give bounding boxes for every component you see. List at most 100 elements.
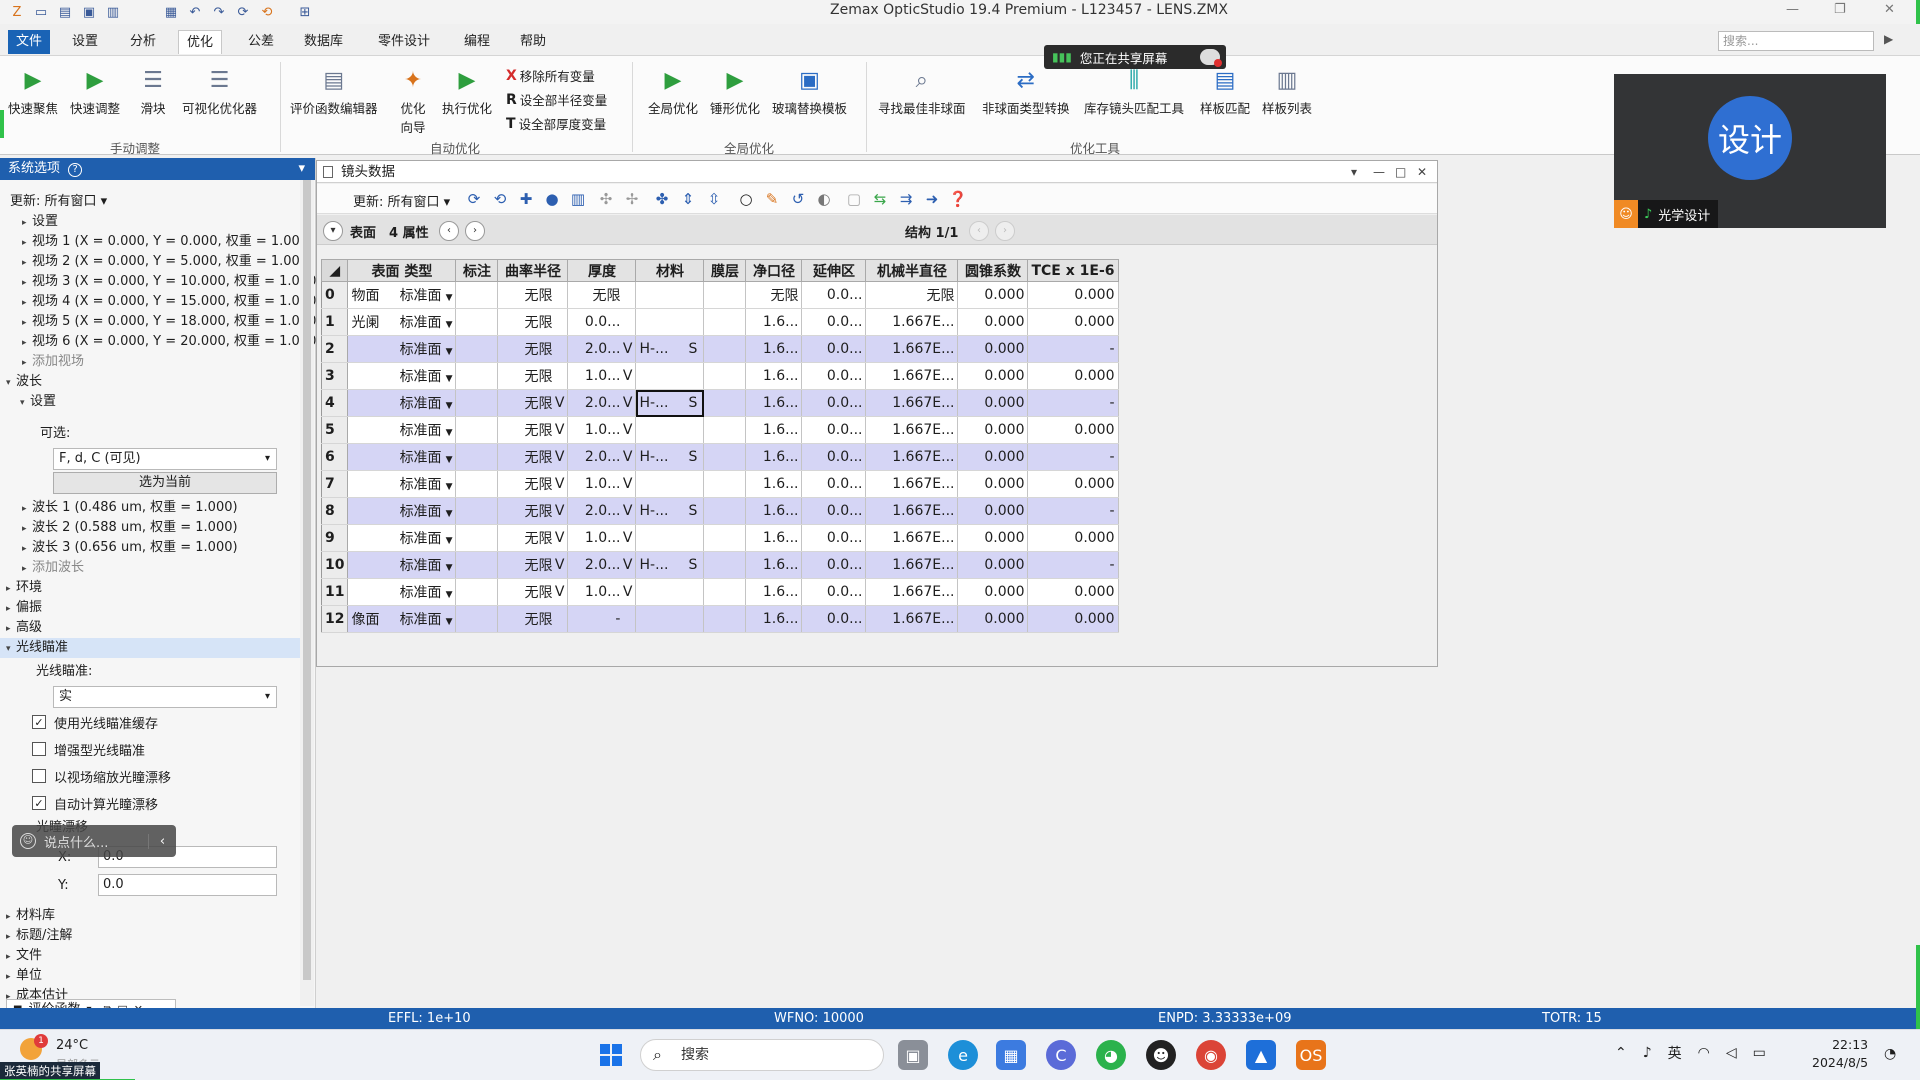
surface-type-cell[interactable]: 标准面 ▼	[347, 551, 457, 579]
thickness-cell[interactable]: 2.0... V	[567, 551, 637, 579]
decenter-icon[interactable]: ⇕	[679, 190, 697, 208]
ray-aiming-select[interactable]: 实 ▾	[53, 686, 277, 708]
coating-cell[interactable]	[703, 578, 747, 606]
col-chip-zone[interactable]: 延伸区	[801, 259, 867, 282]
radius-solve-flag[interactable]: V	[552, 476, 565, 492]
surface-type-cell[interactable]: 标准面 ▼	[347, 362, 457, 390]
conic-cell[interactable]: 0.000	[957, 389, 1029, 417]
chip-zone-cell[interactable]: 0.0...	[801, 605, 867, 633]
radius-solve-flag[interactable]: V	[552, 422, 565, 438]
mech-semi-dia-cell[interactable]: 1.667E...	[865, 470, 959, 498]
surface-type-cell[interactable]: 标准面 ▼	[347, 524, 457, 552]
radius-solve-flag[interactable]: V	[552, 503, 565, 519]
thickness-solve-flag[interactable]: V	[620, 530, 633, 546]
comment-cell[interactable]	[455, 362, 499, 390]
chip-zone-cell[interactable]: 0.0...	[801, 578, 867, 606]
tab-analyze[interactable]: 分析	[122, 30, 164, 54]
tce-cell[interactable]: 0.000	[1027, 578, 1119, 606]
app-c-icon[interactable]: C	[1046, 1040, 1076, 1070]
comment-cell[interactable]	[455, 416, 499, 444]
chip-zone-cell[interactable]: 0.0...	[801, 362, 867, 390]
refresh-icon[interactable]: ⟳	[234, 3, 252, 21]
coating-cell[interactable]	[703, 605, 747, 633]
chevron-down-icon[interactable]: ▼	[446, 536, 453, 546]
radius-cell[interactable]: 无限 V	[497, 416, 569, 444]
radius-cell[interactable]: 无限	[497, 308, 569, 336]
row-number[interactable]: 6	[321, 443, 349, 471]
opticstudio-taskbar-icon[interactable]: OS	[1296, 1040, 1326, 1070]
test-plate-list-button[interactable]: ▥ 样板列表	[1262, 64, 1312, 117]
thickness-cell[interactable]: 0.0...	[567, 308, 637, 336]
set-all-radii-variable-button[interactable]: R 设全部半径变量	[506, 90, 607, 109]
radius-cell[interactable]: 无限	[497, 335, 569, 363]
material-cell[interactable]	[635, 416, 705, 444]
volume-icon[interactable]: ◁	[1726, 1045, 1737, 1061]
tree-units[interactable]: ▸ 单位	[6, 966, 42, 986]
thickness-cell[interactable]: 2.0... V	[567, 497, 637, 525]
tce-cell[interactable]: -	[1027, 335, 1119, 363]
tce-cell[interactable]: 0.000	[1027, 470, 1119, 498]
radius-cell[interactable]: 无限 V	[497, 470, 569, 498]
wavelength-preset-select[interactable]: F, d, C (可见) ▾	[53, 448, 277, 470]
thickness-solve-flag[interactable]: V	[620, 584, 633, 600]
collapse-chevron-icon[interactable]: ‹	[148, 833, 176, 849]
tree-field-1[interactable]: ▸ 视场 1 (X = 0.000, Y = 0.000, 权重 = 1.000)	[22, 232, 313, 252]
mech-semi-dia-cell[interactable]: 1.667E...	[865, 362, 959, 390]
chip-zone-cell[interactable]: 0.0...	[801, 281, 867, 309]
comment-cell[interactable]	[455, 524, 499, 552]
row-number[interactable]: 0	[321, 281, 349, 309]
tree-field-4[interactable]: ▸ 视场 4 (X = 0.000, Y = 15.000, 权重 = 1.000…	[22, 292, 321, 312]
tree-wavelength-2[interactable]: ▸ 波长 2 (0.588 um, 权重 = 1.000)	[22, 518, 238, 538]
radius-solve-flag[interactable]: V	[552, 557, 565, 573]
notifications-bell-icon[interactable]: ◔	[1884, 1046, 1896, 1062]
tce-cell[interactable]: 0.000	[1027, 416, 1119, 444]
thickness-solve-flag[interactable]: V	[620, 476, 633, 492]
thickness-cell[interactable]: 1.0... V	[567, 524, 637, 552]
material-cell[interactable]: H-... S	[635, 497, 705, 525]
edit-pencil-icon[interactable]: ✎	[763, 190, 781, 208]
blank-page-icon[interactable]: ▢	[845, 190, 863, 208]
material-cell[interactable]	[635, 308, 705, 336]
tce-cell[interactable]: 0.000	[1027, 362, 1119, 390]
tab-file[interactable]: 文件	[8, 30, 51, 54]
tree-environment[interactable]: ▸ 环境	[6, 578, 42, 598]
chip-zone-cell[interactable]: 0.0...	[801, 308, 867, 336]
tree-field-3[interactable]: ▸ 视场 3 (X = 0.000, Y = 10.000, 权重 = 1.000…	[22, 272, 321, 292]
conic-cell[interactable]: 0.000	[957, 524, 1029, 552]
tree-cost-estimator[interactable]: ▸ 成本估计	[6, 986, 68, 1000]
tab-optimize[interactable]: 优化	[178, 30, 223, 54]
thickness-solve-flag[interactable]: V	[620, 449, 633, 465]
customize-toolbar-icon[interactable]: ⊞	[296, 3, 314, 21]
search-input[interactable]: 搜索...	[1718, 31, 1874, 51]
mech-semi-dia-cell[interactable]: 1.667E...	[865, 524, 959, 552]
open-file-icon[interactable]: ▤	[56, 3, 74, 21]
conic-cell[interactable]: 0.000	[957, 497, 1029, 525]
emoji-icon[interactable]: ☺	[20, 833, 36, 849]
tree-material-catalogs[interactable]: ▸ 材料库	[6, 906, 55, 926]
col-radius[interactable]: 曲率半径	[497, 259, 569, 282]
coating-cell[interactable]	[703, 308, 747, 336]
material-cell[interactable]	[635, 281, 705, 309]
thickness-solve-flag[interactable]: V	[620, 557, 633, 573]
thickness-cell[interactable]: 2.0... V	[567, 389, 637, 417]
mech-semi-dia-cell[interactable]: 1.667E...	[865, 443, 959, 471]
tree-field-2[interactable]: ▸ 视场 2 (X = 0.000, Y = 5.000, 权重 = 1.000)	[22, 252, 313, 272]
save-all-icon[interactable]: ▦	[162, 3, 180, 21]
chip-zone-cell[interactable]: 0.0...	[801, 335, 867, 363]
row-number[interactable]: 9	[321, 524, 349, 552]
tree-wavelength[interactable]: ▾ 波长	[6, 372, 42, 392]
coating-cell[interactable]	[703, 362, 747, 390]
toggle-icon[interactable]: ◐	[815, 190, 833, 208]
tce-cell[interactable]: -	[1027, 497, 1119, 525]
coating-cell[interactable]	[703, 335, 747, 363]
thickness-cell[interactable]: 1.0... V	[567, 362, 637, 390]
quick-focus-button[interactable]: ▶ 快速聚焦	[8, 64, 58, 117]
comment-cell[interactable]	[455, 335, 499, 363]
material-cell[interactable]: H-... S	[635, 389, 705, 417]
clear-semi-dia-cell[interactable]: 1.6...	[745, 578, 803, 606]
surface-type-cell[interactable]: 标准面 ▼	[347, 443, 457, 471]
material-cell[interactable]	[635, 578, 705, 606]
col-surface-type[interactable]: 表面 类型	[347, 259, 457, 282]
close-icon[interactable]: ✕	[1884, 2, 1895, 17]
conic-cell[interactable]: 0.000	[957, 335, 1029, 363]
